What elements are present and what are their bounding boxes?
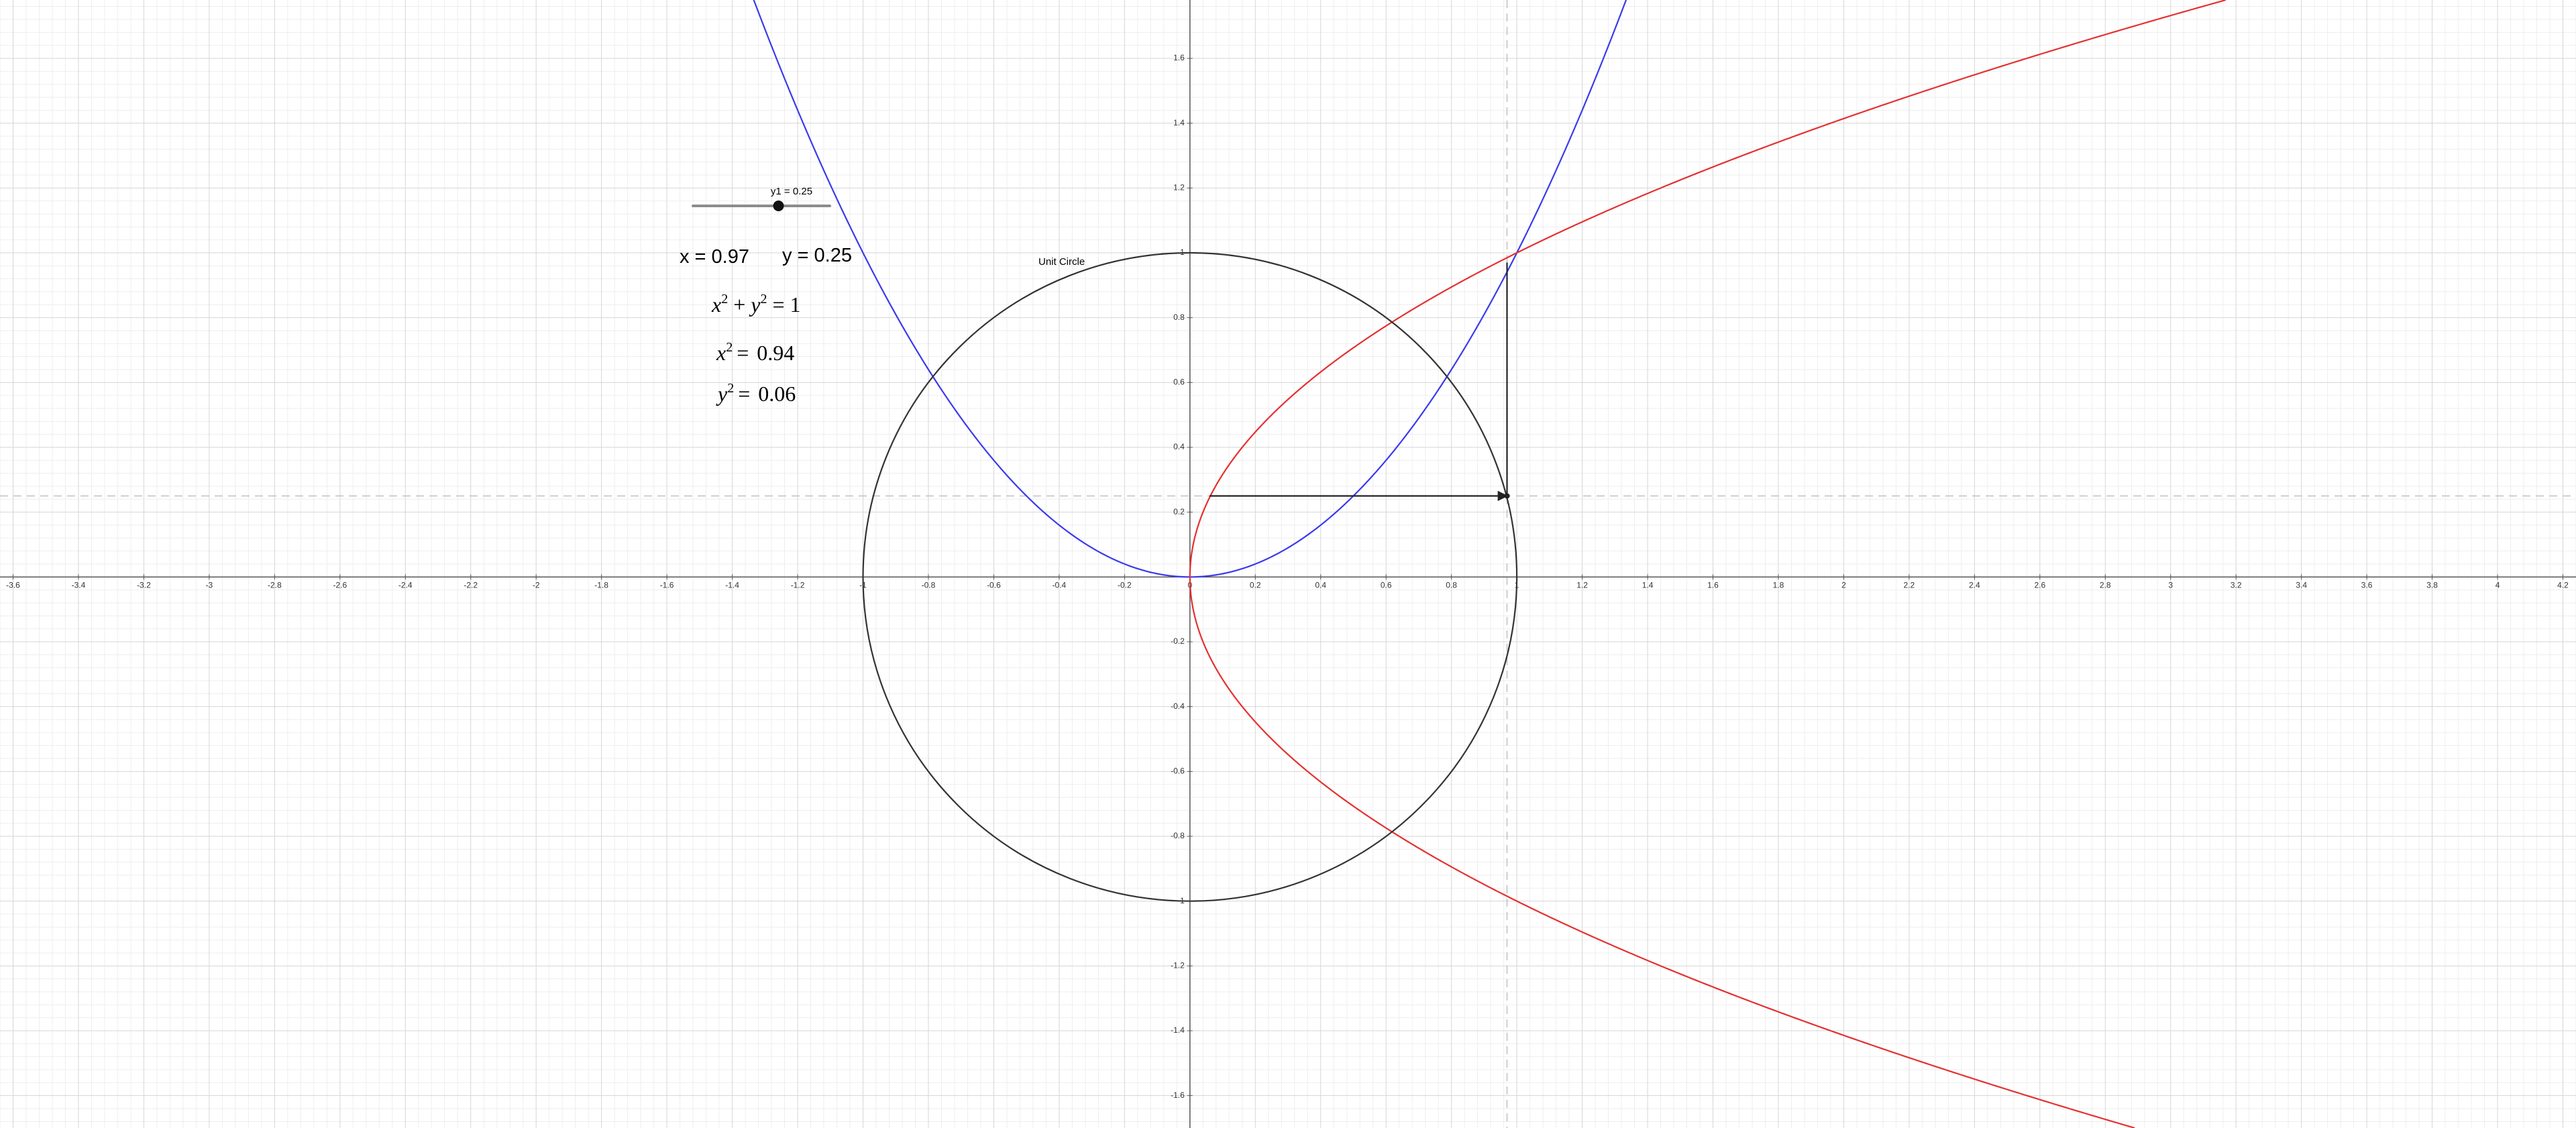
- y-tick-label: 1.2: [1173, 183, 1185, 192]
- y-tick-label: -0.4: [1171, 701, 1185, 711]
- y-tick-label: -0.6: [1171, 767, 1185, 776]
- x-tick-label: 2: [1841, 580, 1846, 589]
- x-tick-label: -2.8: [268, 580, 282, 589]
- grid-minor: [0, 0, 2576, 1128]
- x-tick-label: 3.6: [2361, 580, 2373, 589]
- svg-text:x2+y2=1: x2 + y2 = 1: [711, 292, 801, 317]
- y-tick-label: -1.6: [1171, 1090, 1185, 1100]
- x-tick-label: 0.4: [1315, 580, 1326, 589]
- x-tick-label: -0.6: [987, 580, 1001, 589]
- graphing-canvas[interactable]: -3.6 -3.4 -3.2 -3 -2.8 -2.6 -2.4 -2.2 -2 -1.8 -1.6…: [0, 0, 2576, 1128]
- x-tick-label: 0.6: [1381, 580, 1392, 589]
- eq-x-var: x: [716, 341, 726, 365]
- x-tick-label: 2.6: [2034, 580, 2045, 589]
- eq-y-value: 0.06: [758, 382, 796, 406]
- x-tick-label: 3.2: [2231, 580, 2242, 589]
- x-tick-label: 0.8: [1446, 580, 1457, 589]
- y-tick-label: -1.4: [1171, 1025, 1185, 1035]
- y-tick-label: 0.8: [1173, 313, 1185, 322]
- eq-y-equals: =: [738, 382, 750, 406]
- slider-knob[interactable]: [773, 201, 784, 211]
- svg-text:y2=0.06: y2 = 0.06: [716, 381, 796, 406]
- x-tick-label: 4.2: [2557, 580, 2569, 589]
- coordinate-readout: x = 0.97 y = 0.25: [680, 245, 852, 268]
- y-tick-label: 1.6: [1173, 53, 1185, 62]
- y-tick-label: 0.4: [1173, 442, 1185, 451]
- x-tick-label: 4: [2496, 580, 2500, 589]
- x-tick-label: -2.6: [333, 580, 347, 589]
- eq-x-exp: 2: [726, 340, 733, 355]
- x-tick-label: -3.6: [6, 580, 20, 589]
- eq-y-exp: 2: [727, 381, 734, 396]
- x-tick-label: 0.2: [1250, 580, 1261, 589]
- x-tick-label: -3.2: [137, 580, 151, 589]
- x-tick-label: -3.4: [72, 580, 86, 589]
- x-tick-label: -1.6: [660, 580, 674, 589]
- equation-circle: x2 + y2 = 1: [711, 292, 801, 317]
- eq-circle-plus: +: [733, 292, 745, 317]
- circle-label: Unit Circle: [1038, 256, 1085, 268]
- y-tick-label: 0.2: [1173, 507, 1185, 516]
- eq-circle-y: y: [749, 292, 761, 317]
- x-tick-label: 3.4: [2296, 580, 2307, 589]
- y-tick-label: 1.4: [1173, 118, 1185, 127]
- x-value-text: x = 0.97: [680, 246, 749, 268]
- x-tick-label: -1.8: [594, 580, 608, 589]
- equation-y-squared: y2 = 0.06: [716, 381, 796, 406]
- x-tick-label: -1.2: [791, 580, 805, 589]
- y-tick-label: -0.8: [1171, 831, 1185, 840]
- x-tick-label: 3: [2168, 580, 2173, 589]
- y-tick-label: 0.6: [1173, 378, 1185, 387]
- y-tick-label: -1.2: [1171, 961, 1185, 970]
- x-tick-label: 1.4: [1642, 580, 1654, 589]
- eq-circle-x: x: [711, 292, 721, 317]
- x-tick-label: 3.8: [2426, 580, 2438, 589]
- x-tick-label: -0.8: [922, 580, 936, 589]
- y-tick-label: -0.2: [1171, 636, 1185, 646]
- eq-y-var: y: [716, 382, 728, 406]
- eq-x-equals: =: [737, 341, 749, 365]
- x-tick-label: 2.2: [1904, 580, 1915, 589]
- x-tick-label: -0.2: [1118, 580, 1132, 589]
- x-tick-label: 1.8: [1773, 580, 1784, 589]
- x-tick-label: 1.6: [1707, 580, 1719, 589]
- slider-label: y1 = 0.25: [771, 186, 812, 197]
- eq-circle-x-exp: 2: [721, 292, 728, 306]
- x-tick-label: -1.4: [725, 580, 739, 589]
- x-tick-label: -0.4: [1053, 580, 1067, 589]
- x-tick-label: 2.8: [2100, 580, 2111, 589]
- x-tick-label: 1.2: [1576, 580, 1588, 589]
- point-on-circle[interactable]: [1504, 493, 1510, 499]
- eq-circle-equals: =: [772, 292, 784, 317]
- slider-y1[interactable]: y1 = 0.25: [692, 186, 831, 211]
- x-tick-label: 2.4: [1969, 580, 1980, 589]
- eq-x-value: 0.94: [757, 341, 794, 365]
- x-tick-label: -3: [206, 580, 213, 589]
- eq-circle-y-exp: 2: [760, 292, 767, 306]
- eq-circle-rhs: 1: [790, 292, 801, 317]
- x-tick-label: -2.4: [398, 580, 413, 589]
- x-tick-label: -2.2: [464, 580, 478, 589]
- x-tick-label: -2: [533, 580, 540, 589]
- y-value-text: y = 0.25: [782, 245, 852, 266]
